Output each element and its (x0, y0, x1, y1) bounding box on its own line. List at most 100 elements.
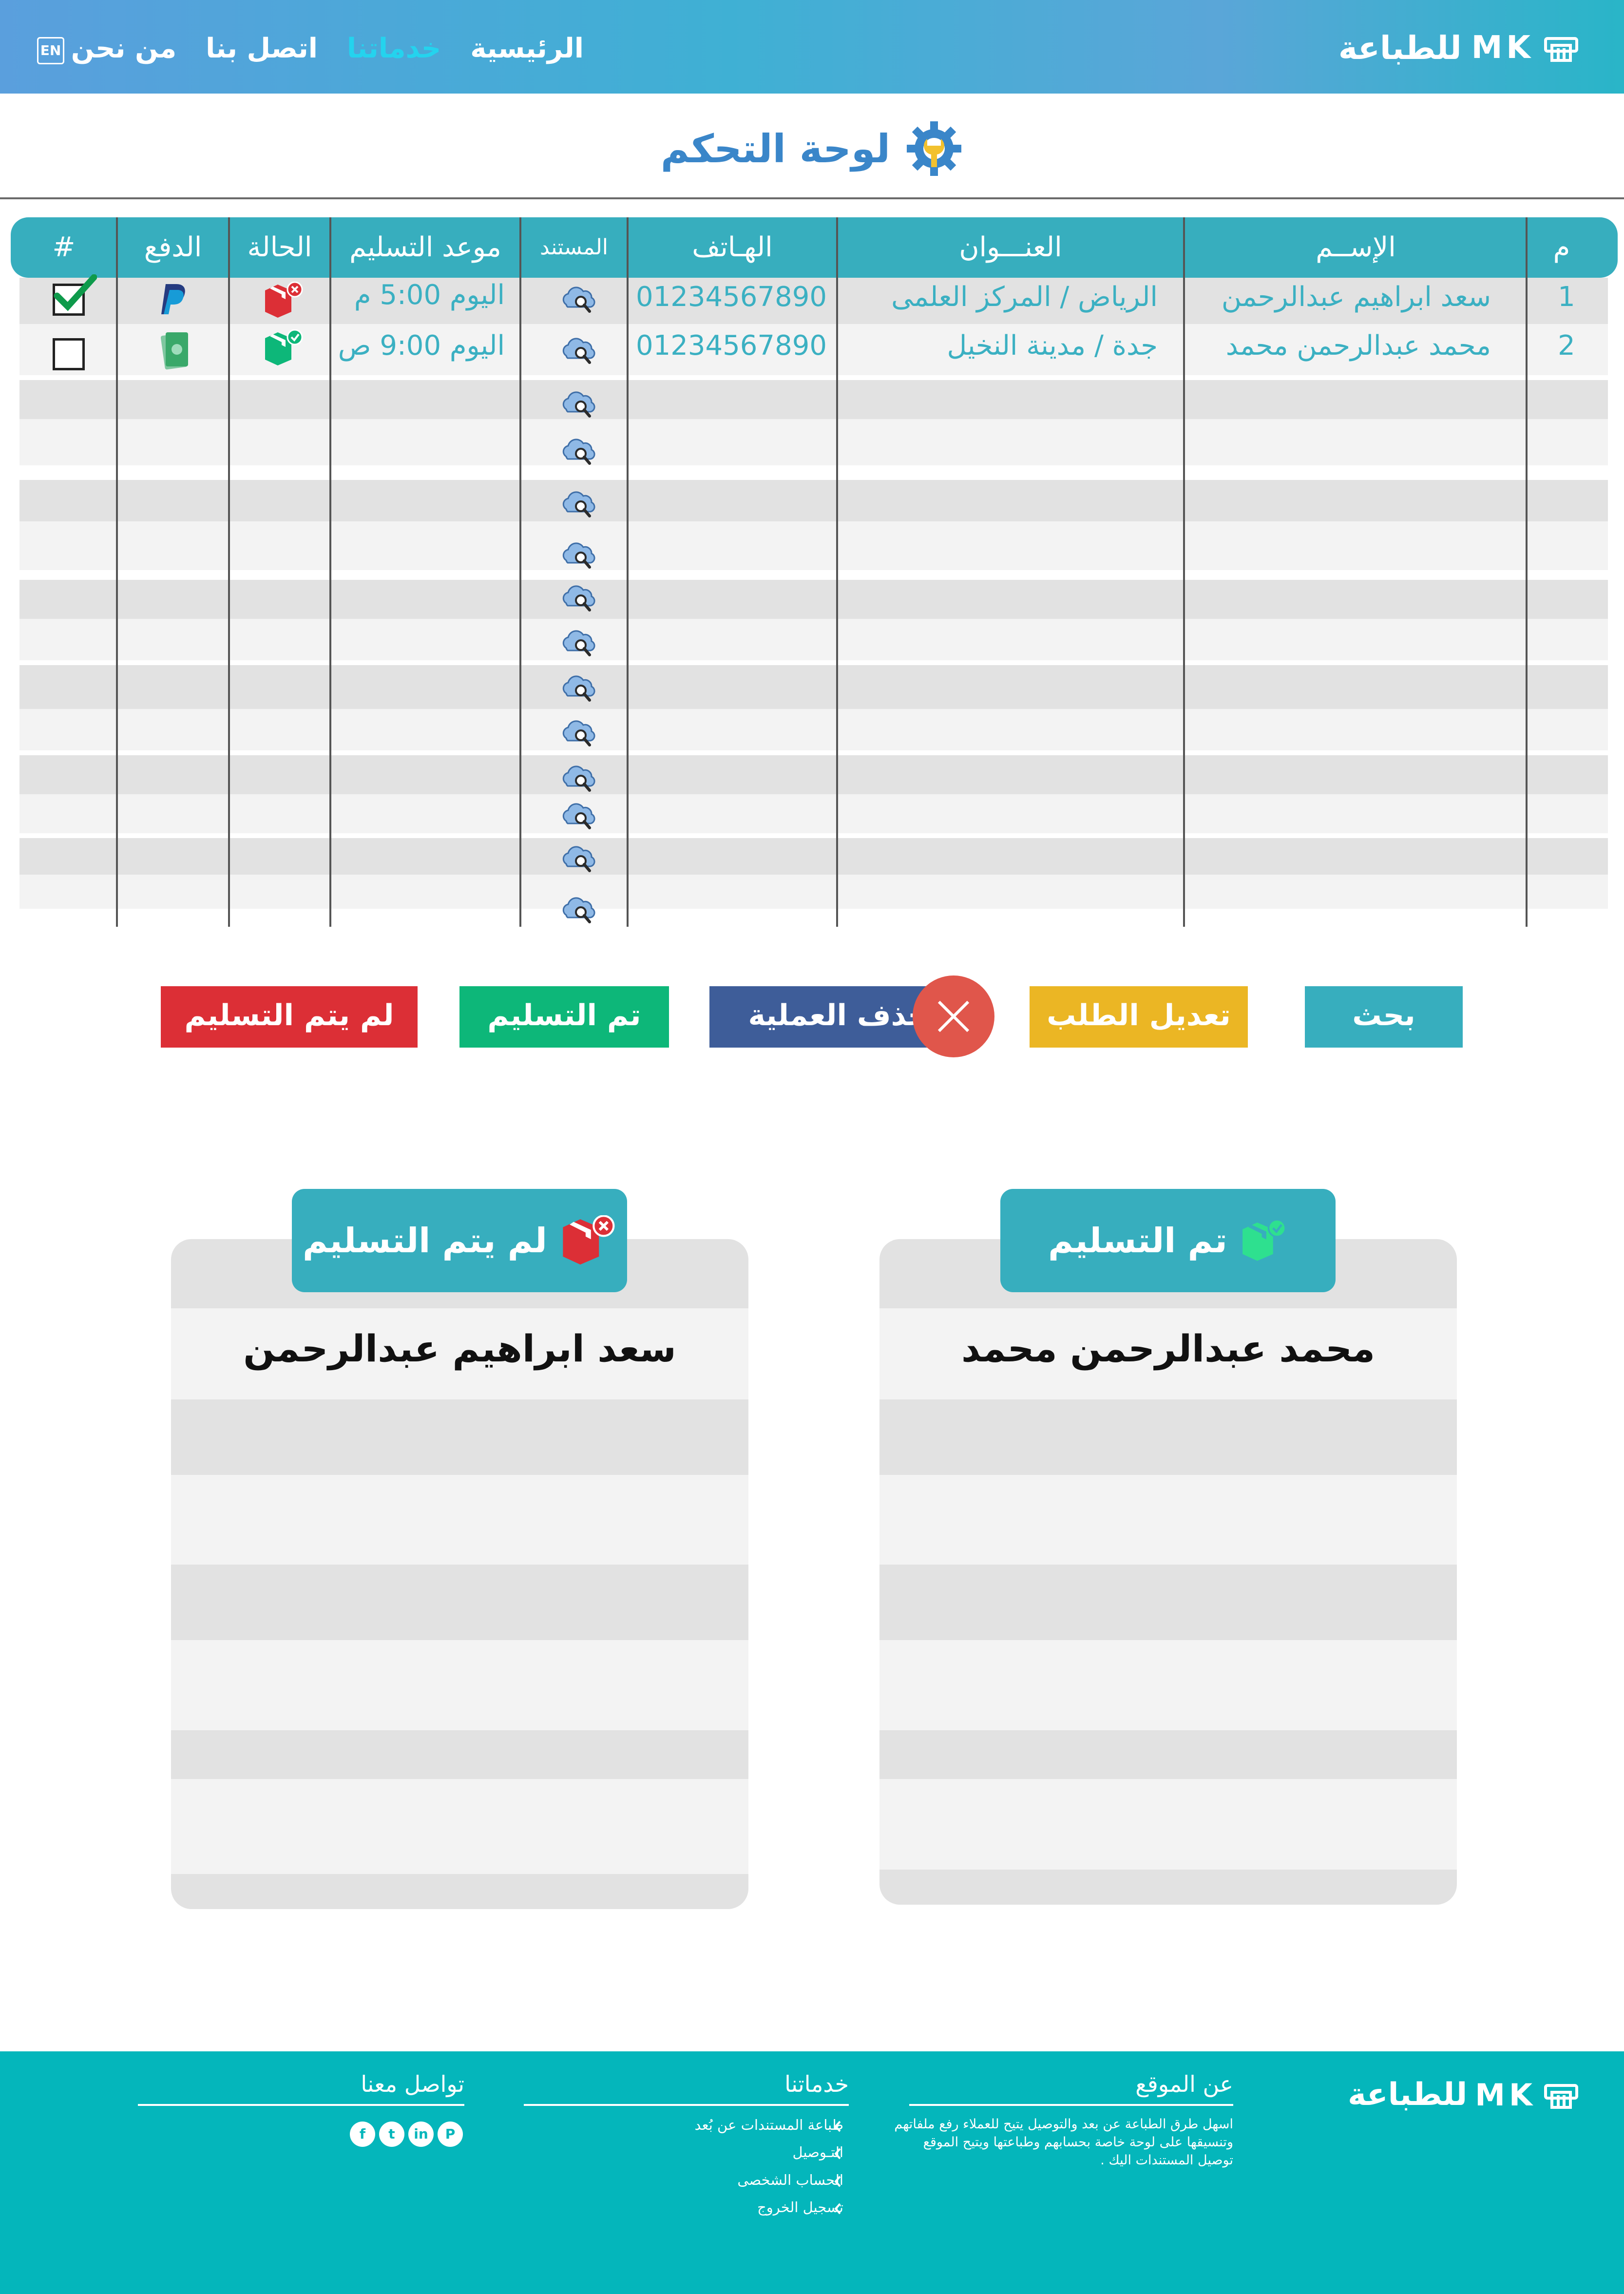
row-checkbox[interactable] (53, 274, 97, 316)
footer-link-account[interactable]: الحساب الشخصى (737, 2172, 843, 2188)
linkedin-icon[interactable]: in (408, 2122, 434, 2147)
footer-divider (524, 2104, 849, 2106)
document-cloud-icon[interactable] (559, 629, 597, 658)
package-not-delivered-icon (563, 1215, 615, 1265)
delivered-panel: محمد عبدالرحمن محمد (879, 1239, 1457, 1905)
col-address: العنـــوان (959, 231, 1062, 263)
table-row (19, 665, 1608, 709)
document-cloud-icon[interactable] (559, 844, 597, 874)
document-cloud-icon[interactable] (559, 674, 597, 703)
column-divider (329, 217, 331, 927)
not-delivered-customer-name: سعد ابراهيم عبدالرحمن (243, 1327, 676, 1370)
not-delivered-panel-tab: لم يتم التسليم (292, 1189, 627, 1292)
chevron-left-icon (834, 2121, 841, 2215)
footer-contact-title: تواصل معنا (361, 2071, 464, 2097)
table-row (19, 521, 1608, 570)
row-phone: 01234567890 (636, 330, 827, 362)
nav-home[interactable]: الرئيسية (470, 29, 584, 68)
document-cloud-icon[interactable] (559, 285, 597, 314)
footer-divider (909, 2104, 1233, 2106)
col-delivery-time: موعد التسليم (349, 231, 501, 263)
panel-band (879, 1870, 1457, 1905)
footer-services-title: خدماتنا (784, 2071, 849, 2097)
edit-order-button[interactable]: تعديل الطلب (1030, 986, 1248, 1048)
delivered-button[interactable]: تم التسليم (459, 986, 669, 1048)
row-index: 2 (1558, 330, 1575, 362)
delivered-customer-name: محمد عبدالرحمن محمد (961, 1327, 1376, 1370)
table-row (19, 619, 1608, 660)
not-delivered-panel-title: لم يتم التسليم (303, 1221, 547, 1261)
column-divider (228, 217, 230, 927)
document-cloud-icon[interactable] (559, 490, 597, 519)
document-cloud-icon[interactable] (559, 584, 597, 613)
col-name: الإســم (1316, 231, 1396, 263)
row-index: 1 (1558, 281, 1575, 313)
logo-text: للطباعة (1338, 29, 1462, 67)
panel-band (171, 1779, 748, 1874)
nav-services[interactable]: خدماتنا (347, 29, 441, 68)
document-cloud-icon[interactable] (559, 437, 597, 466)
nav-about[interactable]: من نحن (71, 29, 176, 68)
panel-band (879, 1475, 1457, 1565)
footer-logo-text: للطباعة (1348, 2077, 1468, 2113)
table-row (19, 838, 1608, 875)
printer-icon (1544, 2084, 1578, 2109)
table-row (19, 419, 1608, 465)
row-address: جدة / مدينة النخيل (947, 330, 1158, 362)
delivered-panel-tab: تم التسليم (1000, 1189, 1336, 1292)
document-cloud-icon[interactable] (559, 764, 597, 793)
delete-x-icon[interactable] (913, 975, 994, 1057)
footer-about-text: اسهل طرق الطباعة عن بعد والتوصيل يتيح لل… (894, 2117, 1233, 2168)
document-cloud-icon[interactable] (559, 390, 597, 419)
footer-divider (138, 2104, 464, 2106)
footer-link-remote-print[interactable]: طباعة المستندات عن بُعد (695, 2117, 843, 2133)
package-delivered-icon (265, 329, 303, 365)
footer-logo-mk: MK (1475, 2077, 1536, 2113)
table-row (19, 794, 1608, 833)
row-checkbox[interactable] (53, 338, 85, 370)
document-cloud-icon[interactable] (559, 541, 597, 570)
site-logo[interactable]: للطباعة MK (1338, 28, 1578, 67)
printer-icon (1544, 37, 1578, 62)
panel-band (879, 1399, 1457, 1475)
document-cloud-icon[interactable] (559, 336, 597, 365)
row-phone: 01234567890 (636, 281, 827, 313)
footer-logo[interactable]: للطباعة MK (1348, 2077, 1578, 2113)
document-cloud-icon[interactable] (559, 896, 597, 925)
nav-links: الرئيسية خدماتنا اتصل بنا من نحن (71, 29, 584, 68)
panel-band (879, 1640, 1457, 1730)
row-address: الرياض / المركز العلمى (891, 281, 1158, 313)
row-name: محمد عبدالرحمن محمد (1225, 330, 1491, 362)
nav-contact[interactable]: اتصل بنا (206, 29, 318, 68)
paypal-icon (161, 284, 185, 314)
language-toggle[interactable]: EN (37, 37, 64, 64)
package-not-delivered-icon (265, 282, 303, 318)
panel-band (171, 1399, 748, 1475)
facebook-icon[interactable]: f (350, 2122, 375, 2147)
document-cloud-icon[interactable] (559, 719, 597, 748)
delivered-panel-title: تم التسليم (1048, 1221, 1227, 1261)
table-row (19, 709, 1608, 750)
not-delivered-button[interactable]: لم يتم التسليم (161, 986, 418, 1048)
column-divider (116, 217, 118, 927)
footer-link-logout[interactable]: تسجيل الخروج (757, 2199, 843, 2216)
title-divider (0, 197, 1624, 199)
table-row (19, 480, 1608, 521)
gear-wrench-icon (907, 121, 962, 176)
page-header: لوحة التحكم (0, 117, 1624, 180)
checkmark-icon (54, 274, 97, 311)
twitter-icon[interactable]: t (379, 2122, 404, 2147)
document-cloud-icon[interactable] (559, 802, 597, 831)
search-button[interactable]: بحث (1305, 986, 1463, 1048)
row-delivery-time: اليوم 5:00 م (354, 279, 505, 311)
package-delivered-icon (1242, 1219, 1286, 1261)
page-title: لوحة التحكم (660, 126, 891, 172)
footer-about-title: عن الموقع (1135, 2071, 1233, 2097)
delete-operation-button[interactable]: حذف العملية (709, 986, 938, 1048)
row-delivery-time: اليوم 9:00 ص (338, 330, 505, 362)
column-divider (519, 217, 521, 927)
table-row (19, 580, 1608, 619)
logo-mk: MK (1471, 30, 1534, 66)
col-index: م (1553, 231, 1570, 263)
pinterest-icon[interactable]: P (438, 2122, 463, 2147)
